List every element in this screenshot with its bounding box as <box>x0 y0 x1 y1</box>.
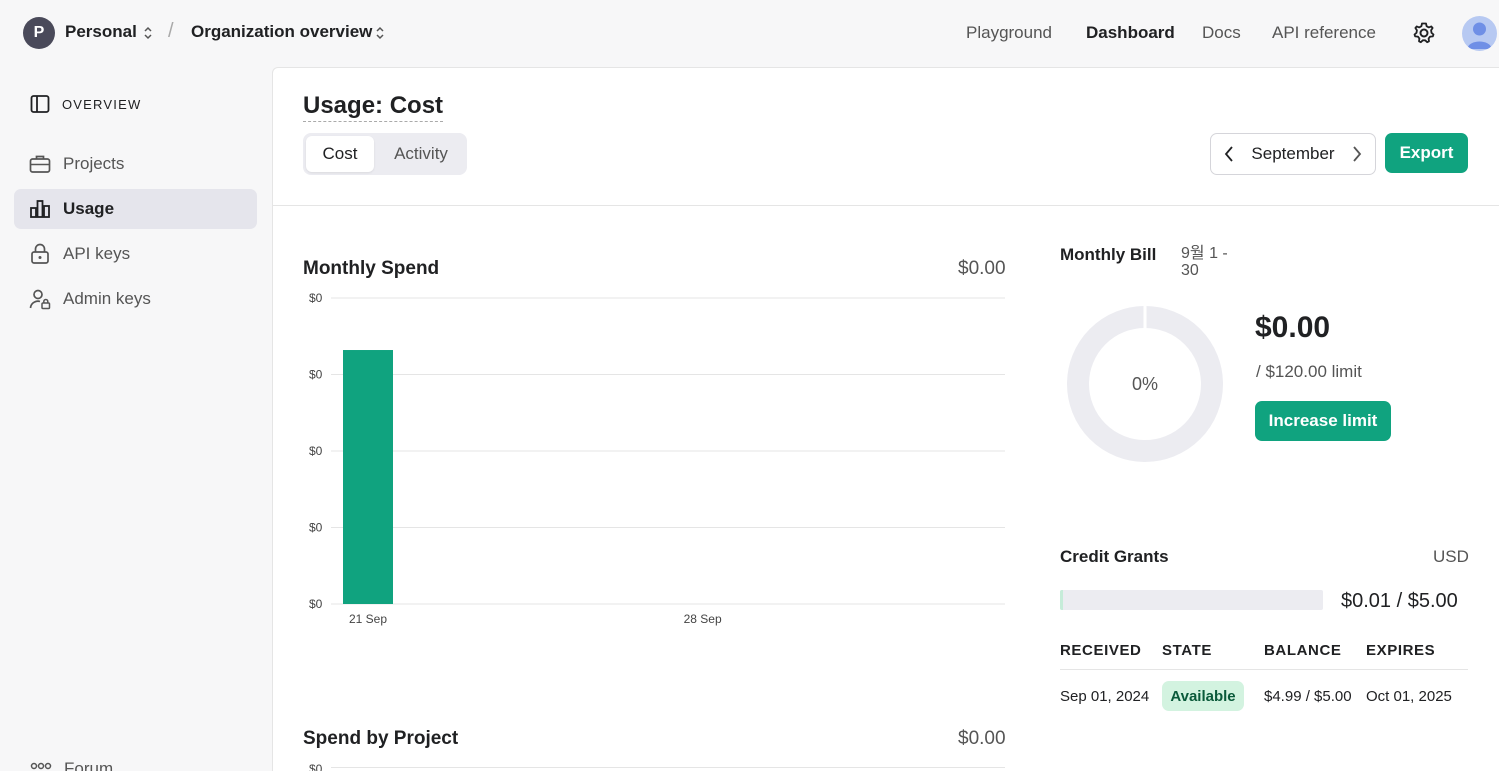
monthly-spend-chart: $0 $0 $0 $0 $0 21 Sep 28 Sep <box>303 288 1015 638</box>
org-switcher-chevron-icon[interactable] <box>142 26 154 40</box>
status-badge: Available <box>1162 681 1244 711</box>
sidebar-item-admin-keys[interactable]: Admin keys <box>14 279 257 319</box>
monthly-spend-title: Monthly Spend <box>303 258 440 279</box>
sidebar-item-usage[interactable]: Usage <box>14 189 257 229</box>
header-divider <box>273 205 1499 206</box>
sidebar-item-label: Projects <box>63 154 125 173</box>
community-icon <box>30 762 52 770</box>
chart-x-tick-label: 21 Sep <box>349 612 387 626</box>
sidebar-forum-label: Forum <box>64 759 114 771</box>
credit-usage-bar-fill <box>1060 590 1063 610</box>
chart-y-tick-label: $0 <box>309 444 323 458</box>
chevron-left-icon[interactable] <box>1223 145 1235 163</box>
chart-y-tick-label: $0 <box>309 291 323 305</box>
bill-limit: / $120.00 limit <box>1256 362 1362 381</box>
breadcrumb-separator: / <box>168 20 174 42</box>
chevron-right-icon[interactable] <box>1351 145 1363 163</box>
cost-activity-toggle: Cost Activity <box>303 133 467 175</box>
sidebar-item-forum[interactable]: Forum <box>30 759 113 771</box>
tab-cost[interactable]: Cost <box>306 136 374 172</box>
monthly-bill-range: 9월 1 - 30 <box>1181 245 1228 279</box>
main-panel: Usage: Cost Cost Activity September Expo… <box>272 67 1499 771</box>
table-header-divider <box>1060 669 1468 670</box>
top-bar: P Personal / Organization overview Playg… <box>0 0 1499 66</box>
project-switcher-chevron-icon[interactable] <box>374 26 386 40</box>
column-header-expires: EXPIRES <box>1366 642 1436 659</box>
sidebar-item-label: Admin keys <box>63 289 151 308</box>
lock-icon <box>31 243 49 264</box>
month-label: September <box>1251 144 1335 163</box>
grant-received-cell: Sep 01, 2024 <box>1060 688 1150 705</box>
spend-by-project-total: $0.00 <box>958 728 1006 749</box>
chart-bar <box>343 350 393 604</box>
bill-amount: $0.00 <box>1255 311 1331 344</box>
credit-grants-amount: $0.01 / $5.00 <box>1341 590 1458 612</box>
sidebar-item-api-keys[interactable]: API keys <box>14 234 257 274</box>
spend-by-project-gridline <box>331 767 1005 768</box>
increase-limit-button[interactable]: Increase limit <box>1255 401 1391 441</box>
chart-y-tick-label: $0 <box>309 368 323 382</box>
credit-grants-currency: USD <box>1433 547 1469 566</box>
bar-chart-icon <box>30 200 50 218</box>
spend-by-project-y-tick: $0 <box>309 762 323 771</box>
chart-y-tick-label: $0 <box>309 597 323 611</box>
sidebar-item-label: API keys <box>63 244 131 263</box>
month-picker: September <box>1210 133 1376 175</box>
sidebar-panel-icon <box>30 95 50 113</box>
grant-expires-cell: Oct 01, 2025 <box>1366 688 1452 705</box>
usage-percent-label: 0% <box>1132 374 1158 394</box>
nav-dashboard[interactable]: Dashboard <box>1086 23 1175 43</box>
user-lock-icon <box>29 289 51 310</box>
nav-docs[interactable]: Docs <box>1202 23 1241 43</box>
usage-donut-chart: 0% <box>1065 304 1225 464</box>
chart-y-tick-label: $0 <box>309 521 323 535</box>
tab-activity[interactable]: Activity <box>378 136 464 172</box>
sidebar-item-label: Usage <box>63 199 115 218</box>
sidebar: OVERVIEW Projects Usage API keys Admin k… <box>0 66 272 771</box>
org-switcher-name[interactable]: Personal <box>65 22 137 42</box>
project-switcher-name[interactable]: Organization overview <box>191 22 372 42</box>
column-header-received: RECEIVED <box>1060 642 1142 659</box>
sidebar-overview[interactable]: OVERVIEW <box>30 94 141 114</box>
nav-playground[interactable]: Playground <box>966 23 1052 43</box>
sidebar-overview-label: OVERVIEW <box>62 96 142 112</box>
monthly-bill-title: Monthly Bill <box>1060 245 1157 264</box>
column-header-state: STATE <box>1162 642 1212 659</box>
nav-api-reference[interactable]: API reference <box>1272 23 1376 43</box>
page-title: Usage: Cost <box>303 92 444 122</box>
column-header-balance: BALANCE <box>1264 642 1342 659</box>
grant-balance-cell: $4.99 / $5.00 <box>1264 688 1352 705</box>
briefcase-icon <box>29 155 51 173</box>
export-button[interactable]: Export <box>1385 133 1468 173</box>
spend-by-project-title: Spend by Project <box>303 728 459 749</box>
chart-x-tick-label: 28 Sep <box>684 612 722 626</box>
org-avatar[interactable]: P <box>23 17 55 49</box>
credit-grants-title: Credit Grants <box>1060 547 1169 566</box>
sidebar-item-projects[interactable]: Projects <box>14 144 257 184</box>
user-avatar[interactable] <box>1462 16 1497 51</box>
monthly-spend-total: $0.00 <box>958 258 1006 279</box>
credit-usage-bar <box>1060 590 1323 610</box>
settings-gear-icon[interactable] <box>1412 21 1436 45</box>
